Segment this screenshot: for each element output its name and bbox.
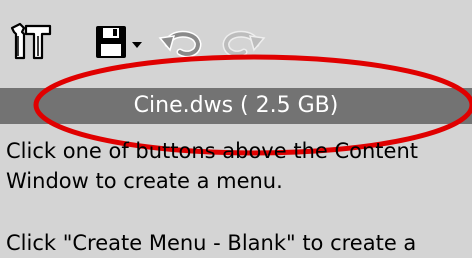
dropdown-arrow-icon[interactable] xyxy=(130,22,144,62)
save-icon[interactable] xyxy=(94,22,128,62)
toolbar xyxy=(0,22,472,66)
undo-icon[interactable] xyxy=(158,22,204,62)
instruction-paragraph-2: Click "Create Menu - Blank" to create a xyxy=(6,231,417,255)
file-name-label: Cine.dws ( 2.5 GB) xyxy=(133,93,339,118)
instruction-paragraph-1: Click one of buttons above the Content W… xyxy=(6,139,418,193)
content-panel: Cine.dws ( 2.5 GB) Click one of buttons … xyxy=(0,0,472,255)
file-info-bar: Cine.dws ( 2.5 GB) xyxy=(0,88,472,124)
redo-icon[interactable] xyxy=(220,22,266,62)
instructions-text: Click one of buttons above the Content W… xyxy=(6,136,466,258)
tools-icon[interactable] xyxy=(8,22,54,62)
